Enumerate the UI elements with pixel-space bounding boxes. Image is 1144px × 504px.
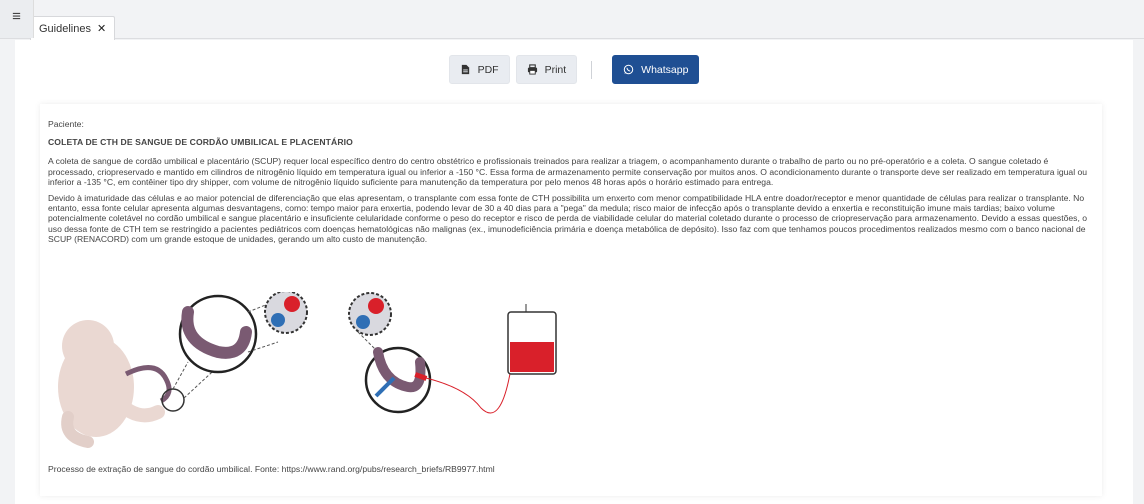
pdf-button-label: PDF (477, 63, 499, 76)
stem-cells-circle-1 (264, 292, 308, 334)
blood-bag (507, 304, 557, 375)
whatsapp-button-label: Whatsapp (641, 63, 689, 76)
printer-icon (527, 64, 537, 75)
hamburger-icon: ≡ (12, 8, 21, 25)
tab-guidelines[interactable]: Guidelines ✕ (30, 16, 116, 40)
pdf-button[interactable]: PDF (448, 55, 510, 84)
paragraph-disadvantages: Devido à imaturidade das células e ao ma… (48, 193, 1088, 244)
print-button[interactable]: Print (515, 55, 578, 84)
print-button-label: Print (544, 63, 567, 76)
pdf-file-icon (461, 64, 469, 75)
whatsapp-icon (623, 64, 634, 75)
document-toolbar: PDF Print Whatsapp (15, 55, 1133, 84)
patient-label: Paciente: (48, 119, 84, 129)
main-content: PDF Print Whatsapp Paciente: COLETA DE C… (15, 40, 1133, 504)
paragraph-collection: A coleta de sangue de cordão umbilical e… (48, 156, 1088, 187)
tab-bar: Guidelines ✕ (0, 0, 1144, 40)
document-page: Paciente: COLETA DE CTH DE SANGUE DE COR… (40, 104, 1102, 496)
stem-cells-circle-2 (348, 292, 392, 336)
tab-label: Guidelines (39, 22, 91, 35)
fetus-figure (58, 320, 165, 448)
close-icon[interactable]: ✕ (97, 22, 106, 35)
whatsapp-button[interactable]: Whatsapp (612, 55, 700, 84)
document-title: COLETA DE CTH DE SANGUE DE CORDÃO UMBILI… (48, 137, 353, 148)
toolbar-divider (591, 60, 593, 79)
cord-blood-extraction-illustration (58, 292, 557, 448)
menu-button[interactable]: ≡ (0, 0, 34, 38)
figure-caption: Processo de extração de sangue do cordão… (48, 464, 495, 474)
